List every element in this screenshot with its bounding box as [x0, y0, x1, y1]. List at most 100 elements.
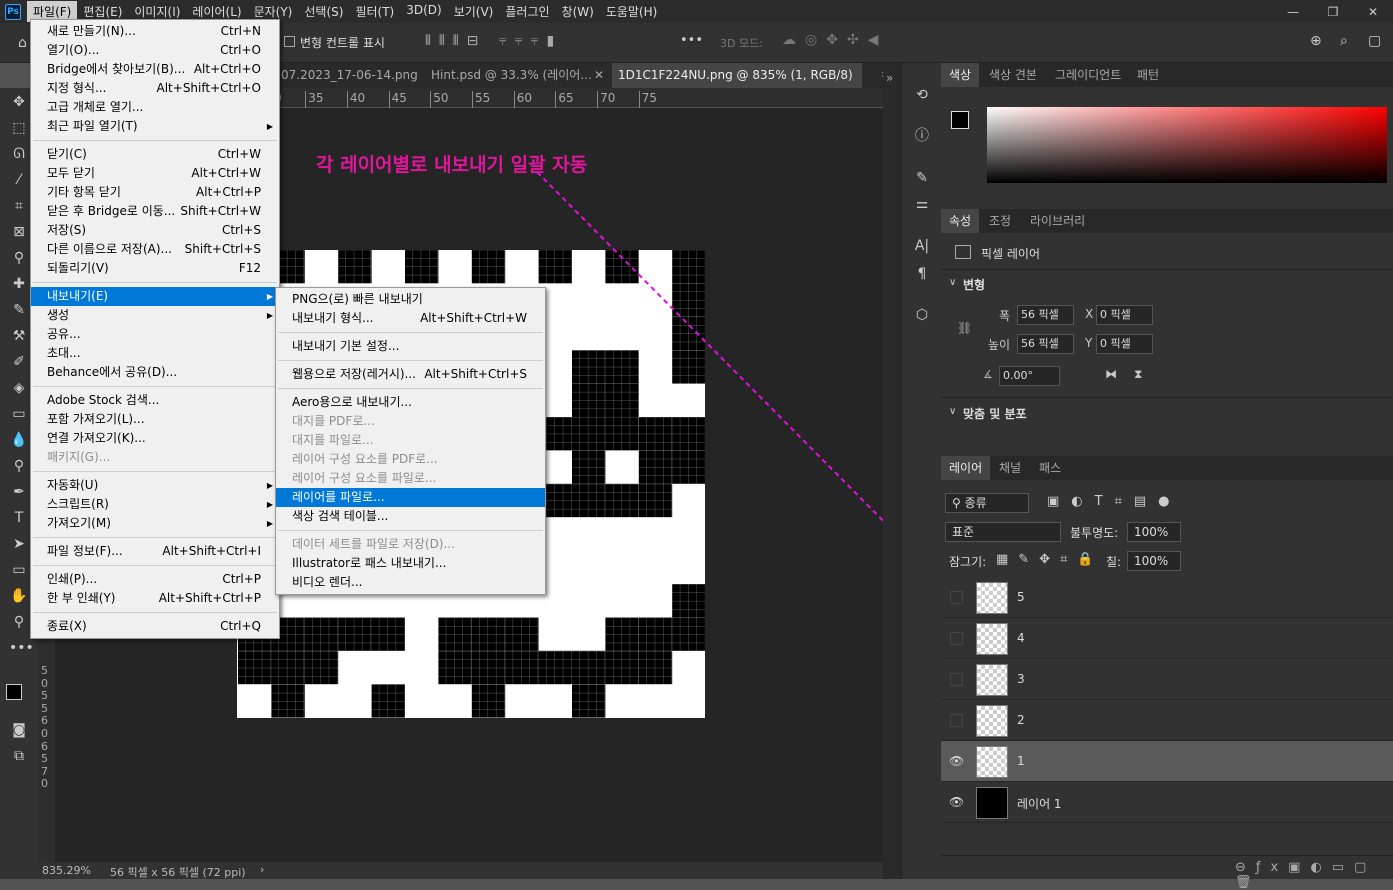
history-brush-icon[interactable]: ✐ — [9, 352, 29, 372]
export_menu-item[interactable]: 색상 검색 테이블... — [276, 507, 545, 526]
maximize-icon[interactable]: ❐ — [1313, 0, 1353, 23]
healing-brush-icon[interactable]: ✚ — [9, 274, 29, 294]
chevron-down-icon[interactable]: ∨ — [949, 406, 956, 417]
chevron-down-icon[interactable]: ∨ — [949, 277, 956, 288]
more-options-icon[interactable]: ••• — [680, 33, 703, 48]
lasso-tool-icon[interactable]: ᘏ — [9, 144, 29, 164]
gradient-tool-icon[interactable]: ▭ — [9, 404, 29, 424]
file_menu-item[interactable]: 초대... — [31, 344, 279, 363]
file_menu-item[interactable]: Adobe Stock 검색... — [31, 391, 279, 410]
menu-item-8[interactable]: 보기(V) — [448, 1, 500, 22]
y-input[interactable]: 0 픽셀 — [1096, 334, 1153, 354]
path-select-icon[interactable]: ➤ — [9, 534, 29, 554]
export_menu-item[interactable]: 레이어를 파일로... — [276, 488, 545, 507]
visibility-toggle[interactable] — [950, 632, 963, 645]
flip-horizontal-icon[interactable]: ⧓ — [1105, 367, 1117, 381]
opacity-input[interactable]: 100% — [1127, 522, 1181, 542]
adjustments-icon[interactable]: ⚌ — [912, 194, 932, 214]
file_menu-item[interactable]: 연결 가져오기(K)... — [31, 429, 279, 448]
file_menu-item[interactable]: 파일 정보(F)... Alt+Shift+Ctrl+I — [31, 542, 279, 561]
eye-icon[interactable]: 👁 — [949, 754, 964, 768]
history-icon[interactable]: ⟲ — [912, 85, 932, 105]
file_menu-item[interactable]: 닫은 후 Bridge로 이동... Shift+Ctrl+W — [31, 202, 279, 221]
blend-mode-select[interactable]: 표준 — [945, 522, 1061, 542]
file_menu-item[interactable]: 저장(S) Ctrl+S — [31, 221, 279, 240]
layer-filter-select[interactable]: ⚲ 종류 — [945, 493, 1029, 513]
status-arrow-icon[interactable]: › — [260, 863, 264, 876]
file_menu-item[interactable]: 기타 항목 닫기 Alt+Ctrl+P — [31, 183, 279, 202]
height-input[interactable]: 56 픽셀 — [1017, 334, 1074, 354]
marquee-tool-icon[interactable]: ⬚ — [9, 118, 29, 138]
file_menu-item[interactable]: 종료(X) Ctrl+Q — [31, 617, 279, 636]
zoom-level[interactable]: 835.29% — [42, 864, 91, 877]
align-icons[interactable]: ⫴⫴⫴⊟ ⫧⫧⫧▮ — [425, 33, 562, 49]
file_menu-item[interactable]: 자동화(U) ▶ — [31, 476, 279, 495]
hand-tool-icon[interactable]: ✋ — [9, 586, 29, 606]
layer-row[interactable]: 👁 레이어 1 — [941, 782, 1393, 823]
quick-select-icon[interactable]: ⁄ — [9, 170, 29, 190]
file_menu-item[interactable]: 스크립트(R) ▶ — [31, 495, 279, 514]
tab-doc-1[interactable]: 07.2023_17-06-14.png — [275, 63, 423, 88]
rectangle-tool-icon[interactable]: ▭ — [9, 560, 29, 580]
export_menu-item[interactable]: 내보내기 형식... Alt+Shift+Ctrl+W — [276, 309, 545, 328]
layer-footer-icons[interactable]: ⊖ƒx▣◐▭▢🗑 — [1235, 860, 1393, 890]
tab-adjustments[interactable]: 조정 — [981, 209, 1019, 233]
info-icon[interactable]: ⓘ — [912, 126, 932, 146]
brush-tool-icon[interactable]: ✎ — [9, 300, 29, 320]
export_menu-item[interactable]: PNG으(로) 빠른 내보내기 — [276, 290, 545, 309]
pen-tool-icon[interactable]: ✒ — [9, 482, 29, 502]
move-tool-icon[interactable]: ✥ — [9, 92, 29, 112]
frame-tool-icon[interactable]: ⊠ — [9, 222, 29, 242]
stamp-tool-icon[interactable]: ⚒ — [9, 326, 29, 346]
tab-libraries[interactable]: 라이브러리 — [1022, 209, 1093, 233]
foreground-color-swatch[interactable] — [6, 684, 22, 700]
minimize-icon[interactable]: — — [1273, 0, 1313, 23]
tab-swatches[interactable]: 색상 견본 — [981, 63, 1045, 87]
file_menu-item[interactable]: 열기(O)... Ctrl+O — [31, 41, 279, 60]
brush-settings-icon[interactable]: ✎ — [912, 168, 932, 188]
layer-row[interactable]: 4 — [941, 618, 1393, 659]
export_menu-item[interactable]: 웹용으로 저장(레거시)... Alt+Shift+Ctrl+S — [276, 365, 545, 384]
lock-icons[interactable]: ▦✎✥⌗🔒 — [996, 552, 1104, 567]
layer-name[interactable]: 5 — [1017, 590, 1025, 604]
layer-row[interactable]: 2 — [941, 700, 1393, 741]
tab-patterns[interactable]: 패턴 — [1129, 63, 1167, 87]
file_menu-item[interactable]: 닫기(C) Ctrl+W — [31, 145, 279, 164]
home-icon[interactable]: ⌂ — [18, 35, 27, 51]
menu-item-11[interactable]: 도움말(H) — [600, 1, 664, 22]
file_menu-item[interactable]: 가져오기(M) ▶ — [31, 514, 279, 533]
x-input[interactable]: 0 픽셀 — [1096, 305, 1153, 325]
tab-paths[interactable]: 패스 — [1031, 456, 1069, 480]
file_menu-item[interactable]: 내보내기(E) ▶ — [31, 287, 279, 306]
more-tools-icon[interactable]: ••• — [9, 638, 34, 658]
file_menu-item[interactable]: 다른 이름으로 저장(A)... Shift+Ctrl+S — [31, 240, 279, 259]
eraser-tool-icon[interactable]: ◈ — [9, 378, 29, 398]
crop-tool-icon[interactable]: ⌗ — [9, 196, 29, 216]
file_menu-item[interactable]: 지정 형식... Alt+Shift+Ctrl+O — [31, 79, 279, 98]
expand-icon[interactable]: » — [886, 71, 893, 85]
color-picker-field[interactable] — [987, 107, 1387, 183]
file_menu-item[interactable]: Bridge에서 찾아보기(B)... Alt+Ctrl+O — [31, 60, 279, 79]
tab-layers[interactable]: 레이어 — [941, 456, 991, 480]
eyedropper-icon[interactable]: ⚲ — [9, 248, 29, 268]
visibility-toggle[interactable] — [950, 714, 963, 727]
layer-name[interactable]: 1 — [1017, 754, 1025, 768]
zoom-tool-icon[interactable]: ⚲ — [9, 612, 29, 632]
menu-item-5[interactable]: 선택(S) — [298, 1, 349, 22]
file_menu-item[interactable]: 인쇄(P)... Ctrl+P — [31, 570, 279, 589]
eye-icon[interactable]: 👁 — [949, 795, 964, 809]
layer-row[interactable]: 👁 1 — [941, 741, 1393, 782]
blur-tool-icon[interactable]: 💧 — [9, 430, 29, 450]
file_menu-item[interactable]: 한 부 인쇄(Y) Alt+Shift+Ctrl+P — [31, 589, 279, 608]
layer-row[interactable]: 5 — [941, 577, 1393, 618]
tab-properties[interactable]: 속성 — [941, 209, 980, 233]
layer-filter-icons[interactable]: ▣◐T⌗▤● — [1047, 494, 1182, 509]
fill-input[interactable]: 100% — [1127, 551, 1181, 571]
file_menu-item[interactable]: 생성 ▶ — [31, 306, 279, 325]
export_menu-item[interactable]: 비디오 렌더... — [276, 573, 545, 592]
character-icon[interactable]: A| — [912, 236, 932, 256]
layer-name[interactable]: 레이어 1 — [1017, 795, 1062, 812]
layer-name[interactable]: 3 — [1017, 672, 1025, 686]
link-icon[interactable]: ⛓ — [957, 321, 972, 335]
file_menu-item[interactable]: 포함 가져오기(L)... — [31, 410, 279, 429]
